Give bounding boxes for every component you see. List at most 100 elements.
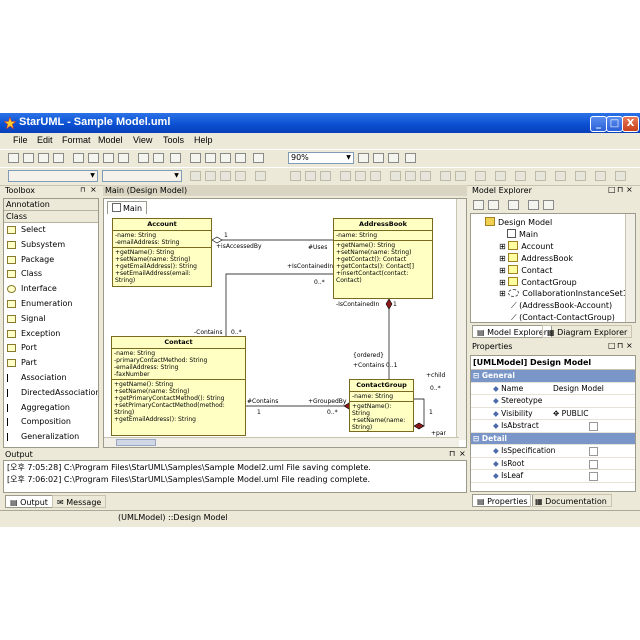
sort-icon[interactable] (473, 200, 484, 210)
horizontal-scrollbar[interactable] (104, 437, 459, 447)
image-icon[interactable] (235, 153, 246, 163)
pin-icon[interactable]: ⊓ (617, 341, 623, 350)
zoom-out-icon[interactable] (373, 153, 384, 163)
tools-icon[interactable] (253, 153, 264, 163)
checkbox[interactable] (589, 422, 598, 431)
close-panel-icon[interactable]: × (459, 449, 466, 458)
tree-item-collaboration[interactable]: ⊞ CollaborationInstanceSet1 (499, 289, 628, 298)
close-panel-icon[interactable]: × (626, 185, 633, 194)
tree-item-assoc-addressbook-account[interactable]: ⟋ (AddressBook-Account) (511, 301, 612, 311)
tool-generalization[interactable]: Generalization (4, 430, 98, 445)
move-down-icon[interactable] (543, 200, 554, 210)
zoom-fit-icon[interactable] (388, 153, 399, 163)
maximize-button[interactable]: □ (606, 116, 623, 132)
size-select[interactable]: ▼ (102, 170, 182, 182)
collapse-icon[interactable]: ⊟ (473, 371, 482, 380)
close-button[interactable]: X (622, 116, 639, 132)
copy-icon[interactable] (88, 153, 99, 163)
tab-message[interactable]: ✉ Message (52, 495, 107, 508)
pin-icon[interactable]: ⊓ (80, 186, 85, 194)
tree-item-contactgroup[interactable]: ⊞ ContactGroup (499, 277, 577, 287)
property-row-isspecification[interactable]: ◆ IsSpecification (471, 445, 635, 458)
font-select[interactable]: ▼ (8, 170, 98, 182)
paste-icon[interactable] (103, 153, 114, 163)
zoom-in-icon[interactable] (358, 153, 369, 163)
save-icon[interactable] (38, 153, 49, 163)
layer-icon[interactable] (555, 171, 566, 181)
toolbox-section-annotation[interactable]: Annotation (4, 199, 98, 211)
ungroup-icon[interactable] (475, 171, 486, 181)
lock-icon[interactable] (495, 171, 506, 181)
tab-documentation[interactable]: ▦ Documentation (530, 494, 612, 507)
tab-properties[interactable]: ▤ Properties (472, 494, 533, 507)
open-icon[interactable] (23, 153, 34, 163)
class-contact[interactable]: Contact -name: String -primaryContactMet… (111, 336, 246, 436)
expand-icon[interactable]: ⊞ (499, 254, 508, 263)
property-row-isabstract[interactable]: ◆ IsAbstract (471, 420, 635, 433)
tool-class[interactable]: Class (4, 267, 98, 282)
filter-icon[interactable] (488, 200, 499, 210)
line-style-icon[interactable] (255, 171, 266, 181)
tool-port[interactable]: Port (4, 341, 98, 356)
pin-icon[interactable]: ⊓ (449, 449, 455, 458)
zoom-select[interactable]: 90% ▼ (288, 152, 354, 164)
menu-model[interactable]: Model (98, 135, 123, 145)
new-icon[interactable] (8, 153, 19, 163)
property-row-isroot[interactable]: ◆ IsRoot (471, 458, 635, 470)
property-row-isleaf[interactable]: ◆ IsLeaf (471, 470, 635, 483)
snap-icon[interactable] (535, 171, 546, 181)
bring-front-icon[interactable] (390, 171, 401, 181)
tool-composition[interactable]: Composition (4, 415, 98, 430)
class-addressbook[interactable]: AddressBook -name: String +getName(): St… (333, 218, 433, 299)
line-color-icon[interactable] (235, 171, 246, 181)
menu-edit[interactable]: Edit (37, 135, 53, 145)
align-bottom-icon[interactable] (370, 171, 381, 181)
properties-section-general[interactable]: ⊟ General (471, 370, 635, 383)
tool-part[interactable]: Part (4, 356, 98, 371)
align-right-icon[interactable] (320, 171, 331, 181)
checkbox[interactable] (589, 459, 598, 469)
tree-item-addressbook[interactable]: ⊞ AddressBook (499, 253, 573, 263)
tab-model-explorer[interactable]: ▤ Model Explorer (472, 325, 552, 338)
class-contactgroup[interactable]: ContactGroup -name: String +getName(): S… (349, 379, 414, 432)
properties-section-detail[interactable]: ⊟ Detail (471, 432, 635, 445)
export-icon[interactable] (220, 153, 231, 163)
tree-item-assoc-contact-contactgroup[interactable]: ⟋ (Contact-ContactGroup) (511, 313, 615, 323)
vertical-scrollbar[interactable] (456, 199, 466, 440)
tool-directed-association[interactable]: DirectedAssociation (4, 386, 98, 401)
menu-format[interactable]: Format (62, 135, 91, 145)
tool-aggregation[interactable]: Aggregation (4, 401, 98, 416)
chevron-down-icon[interactable]: ▼ (344, 153, 353, 163)
property-row-stereotype[interactable]: ◆ Stereotype (471, 395, 635, 408)
align-middle-icon[interactable] (355, 171, 366, 181)
layout-icon[interactable] (440, 171, 451, 181)
tool-subsystem[interactable]: Subsystem (4, 238, 98, 253)
tree-item-contact[interactable]: ⊞ Contact (499, 265, 552, 275)
menu-file[interactable]: File (13, 135, 28, 145)
fill-color-icon[interactable] (220, 171, 231, 181)
tree-item-main[interactable]: Main (507, 229, 538, 239)
redo-icon[interactable] (153, 153, 164, 163)
diagram-canvas[interactable]: Main Account -name: String -emailAddress… (103, 198, 467, 448)
title-bar[interactable]: StarUML - Sample Model.uml _ □ X (0, 113, 640, 133)
property-row-visibility[interactable]: ◆ Visibility ✥ PUBLIC (471, 408, 635, 420)
print-icon[interactable] (53, 153, 64, 163)
tool-signal[interactable]: Signal (4, 312, 98, 327)
italic-icon[interactable] (205, 171, 216, 181)
tool-exception[interactable]: Exception (4, 327, 98, 342)
class-account[interactable]: Account -name: String -emailAddress: Str… (112, 218, 212, 287)
scroll-thumb[interactable] (116, 439, 156, 446)
align-left-icon[interactable] (290, 171, 301, 181)
expand-icon[interactable]: ⊞ (499, 278, 508, 287)
find-icon[interactable] (170, 153, 181, 163)
cut-icon[interactable] (73, 153, 84, 163)
align-top-icon[interactable] (340, 171, 351, 181)
undo-icon[interactable] (138, 153, 149, 163)
align-center-icon[interactable] (305, 171, 316, 181)
toolbox-section-class[interactable]: Class (4, 211, 98, 223)
menu-help[interactable]: Help (194, 135, 213, 145)
move-up-icon[interactable] (528, 200, 539, 210)
diagram-icon[interactable] (205, 153, 216, 163)
property-value[interactable]: ✥ PUBLIC (553, 408, 588, 420)
link-icon[interactable] (595, 171, 606, 181)
